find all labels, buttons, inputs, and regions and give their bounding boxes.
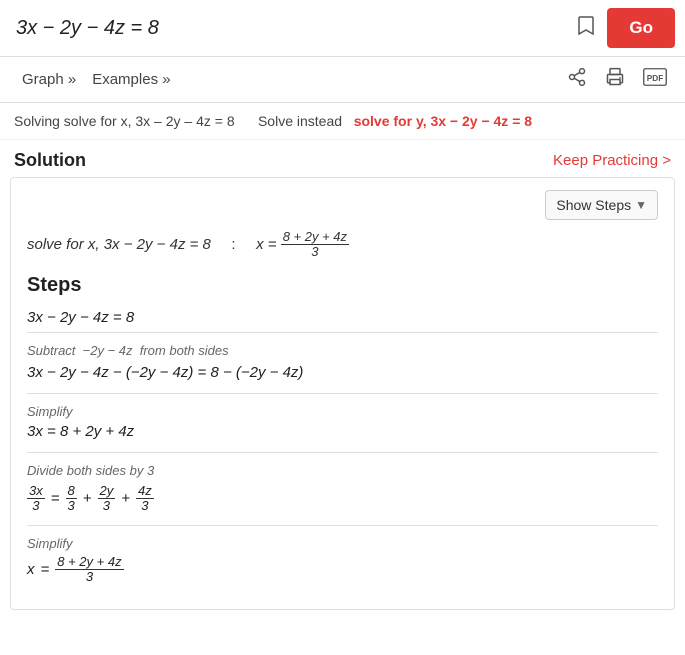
show-steps-label: Show Steps <box>556 197 631 213</box>
show-steps-container: Show Steps ▼ <box>27 190 658 220</box>
answer-expression: x = 8 + 2y + 4z 3 <box>256 236 349 253</box>
print-button[interactable] <box>601 65 629 94</box>
share-button[interactable] <box>563 65 591 94</box>
step-4-final-num: 8 + 2y + 4z <box>55 555 123 570</box>
fraction-denominator: 3 <box>309 245 320 259</box>
graph-tab[interactable]: Graph » <box>14 67 84 92</box>
step-1-equation: 3x − 2y − 4z − (−2y − 4z) = 8 − (−2y − 4… <box>27 362 658 387</box>
chevron-down-icon: ▼ <box>635 198 647 212</box>
nav-tabs: Graph » Examples » <box>0 57 685 103</box>
step-3-den-3: 3 <box>30 499 41 513</box>
solve-instead-prefix: Solve instead <box>258 113 342 129</box>
pdf-icon: PDF <box>643 67 667 87</box>
examples-tab[interactable]: Examples » <box>84 67 178 92</box>
go-button[interactable]: Go <box>607 8 675 48</box>
top-bar: Go <box>0 0 685 57</box>
step-4-block: Simplify x = 8 + 2y + 4z 3 <box>27 525 658 597</box>
step-3-frac-2y: 2y 3 <box>98 484 116 514</box>
keep-practicing-link[interactable]: Keep Practicing > <box>553 152 671 169</box>
equation-result-line: solve for x, 3x − 2y − 4z = 8 : x = 8 + … <box>27 230 658 260</box>
step-3-frac-4z: 4z 3 <box>136 484 154 514</box>
step-3-den-8: 3 <box>66 499 77 513</box>
step-3-block: Divide both sides by 3 3x 3 = 8 3 + 2y 3… <box>27 452 658 526</box>
solve-for-text: solve for x, 3x − 2y − 4z = 8 <box>27 236 211 253</box>
equation-input[interactable] <box>10 13 565 44</box>
solution-title: Solution <box>14 150 86 171</box>
solving-bar: Solving solve for x, 3x – 2y – 4z = 8 So… <box>0 103 685 140</box>
step-3-equation: 3x 3 = 8 3 + 2y 3 + 4z 3 <box>27 482 658 520</box>
step-3-plus2: + <box>121 490 130 507</box>
step-3-plus1: + <box>83 490 92 507</box>
step-4-equation: x = 8 + 2y + 4z 3 <box>27 553 658 591</box>
step-3-num-3x: 3x <box>27 484 45 499</box>
step-2-simplify-label: Simplify <box>27 404 658 419</box>
step-1-note: Subtract −2y − 4z from both sides <box>27 343 658 358</box>
solving-text: Solving solve for x, 3x – 2y – 4z = 8 <box>14 113 235 129</box>
initial-equation: 3x − 2y − 4z = 8 <box>27 307 658 332</box>
step-3-frac-8: 8 3 <box>66 484 77 514</box>
step-3-frac-3x: 3x 3 <box>27 484 45 514</box>
bookmark-icon <box>577 15 595 37</box>
step-4-final-den: 3 <box>84 570 95 584</box>
step-3-note: Divide both sides by 3 <box>27 463 658 478</box>
step-3-den-4z: 3 <box>139 499 150 513</box>
step-4-final-frac: 8 + 2y + 4z 3 <box>55 555 123 585</box>
step-3-num-4z: 4z <box>136 484 154 499</box>
colon-separator: : <box>223 236 244 253</box>
step-3-den-2y: 3 <box>101 499 112 513</box>
step-3-equals: = <box>51 490 60 507</box>
step-3-num-2y: 2y <box>98 484 116 499</box>
solve-instead-link[interactable]: solve for y, 3x − 2y − 4z = 8 <box>354 113 532 129</box>
fraction-numerator: 8 + 2y + 4z <box>281 230 349 245</box>
step-2-equation: 3x = 8 + 2y + 4z <box>27 421 658 446</box>
print-icon <box>605 67 625 87</box>
nav-icons: PDF <box>563 65 671 94</box>
step-4-simplify-label: Simplify <box>27 536 658 551</box>
answer-fraction: 8 + 2y + 4z 3 <box>281 230 349 260</box>
step-2-block: Simplify 3x = 8 + 2y + 4z <box>27 393 658 452</box>
show-steps-button[interactable]: Show Steps ▼ <box>545 190 658 220</box>
svg-text:PDF: PDF <box>647 74 664 83</box>
step-1-block: Subtract −2y − 4z from both sides 3x − 2… <box>27 332 658 393</box>
solution-box: Show Steps ▼ solve for x, 3x − 2y − 4z =… <box>10 177 675 610</box>
steps-heading: Steps <box>27 274 658 297</box>
share-icon <box>567 67 587 87</box>
step-3-num-8: 8 <box>66 484 77 499</box>
pdf-button[interactable]: PDF <box>639 65 671 94</box>
bookmark-button[interactable] <box>573 11 599 46</box>
solution-header: Solution Keep Practicing > <box>0 140 685 177</box>
